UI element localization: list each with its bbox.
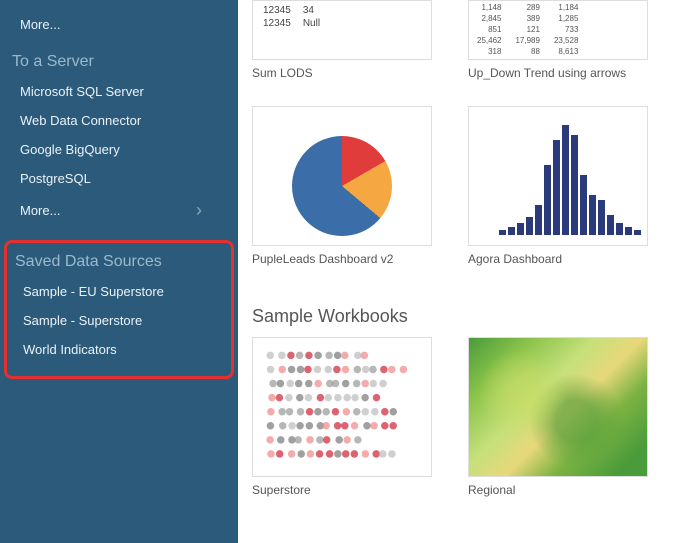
caption-updown: Up_Down Trend using arrows bbox=[468, 60, 648, 80]
dot-plot-icon bbox=[257, 342, 427, 472]
server-wdc[interactable]: Web Data Connector bbox=[0, 106, 238, 135]
caption-regional: Regional bbox=[468, 477, 648, 497]
thumb-puple bbox=[252, 106, 432, 246]
saved-superstore[interactable]: Sample - Superstore bbox=[7, 306, 231, 335]
thumb-regional bbox=[468, 337, 648, 477]
saved-eu-superstore[interactable]: Sample - EU Superstore bbox=[7, 277, 231, 306]
bar-chart-icon bbox=[499, 125, 641, 235]
card-superstore[interactable]: Superstore bbox=[252, 337, 432, 497]
sample-workbooks-heading: Sample Workbooks bbox=[252, 292, 669, 337]
more-top[interactable]: More... bbox=[0, 10, 238, 39]
pie-chart-icon bbox=[292, 136, 392, 236]
card-agora[interactable]: Agora Dashboard bbox=[468, 106, 648, 266]
server-more-label: More... bbox=[20, 203, 60, 218]
server-postgres[interactable]: PostgreSQL bbox=[0, 164, 238, 193]
server-bigquery[interactable]: Google BigQuery bbox=[0, 135, 238, 164]
card-updown[interactable]: 1,1482891,1842,8453891,28585112173325,46… bbox=[468, 0, 648, 80]
thumb-sum-lods: 123453412345Null bbox=[252, 0, 432, 60]
thumb-superstore bbox=[252, 337, 432, 477]
server-more[interactable]: More... › bbox=[0, 193, 238, 228]
section-server: To a Server bbox=[0, 39, 238, 77]
caption-sum-lods: Sum LODS bbox=[252, 60, 432, 80]
saved-sources-highlight: Saved Data Sources Sample - EU Superstor… bbox=[4, 240, 234, 379]
main-area: 123453412345Null Sum LODS 1,1482891,1842… bbox=[238, 0, 683, 543]
server-mssql[interactable]: Microsoft SQL Server bbox=[0, 77, 238, 106]
card-puple[interactable]: PupleLeads Dashboard v2 bbox=[252, 106, 432, 266]
thumb-updown: 1,1482891,1842,8453891,28585112173325,46… bbox=[468, 0, 648, 60]
caption-superstore: Superstore bbox=[252, 477, 432, 497]
caption-agora: Agora Dashboard bbox=[468, 246, 648, 266]
sidebar: More... To a Server Microsoft SQL Server… bbox=[0, 0, 238, 543]
card-sum-lods[interactable]: 123453412345Null Sum LODS bbox=[252, 0, 432, 80]
chevron-right-icon: › bbox=[196, 200, 218, 221]
caption-puple: PupleLeads Dashboard v2 bbox=[252, 246, 432, 266]
saved-world-indicators[interactable]: World Indicators bbox=[7, 335, 231, 364]
card-regional[interactable]: Regional bbox=[468, 337, 648, 497]
section-saved: Saved Data Sources bbox=[7, 243, 231, 277]
thumb-agora bbox=[468, 106, 648, 246]
